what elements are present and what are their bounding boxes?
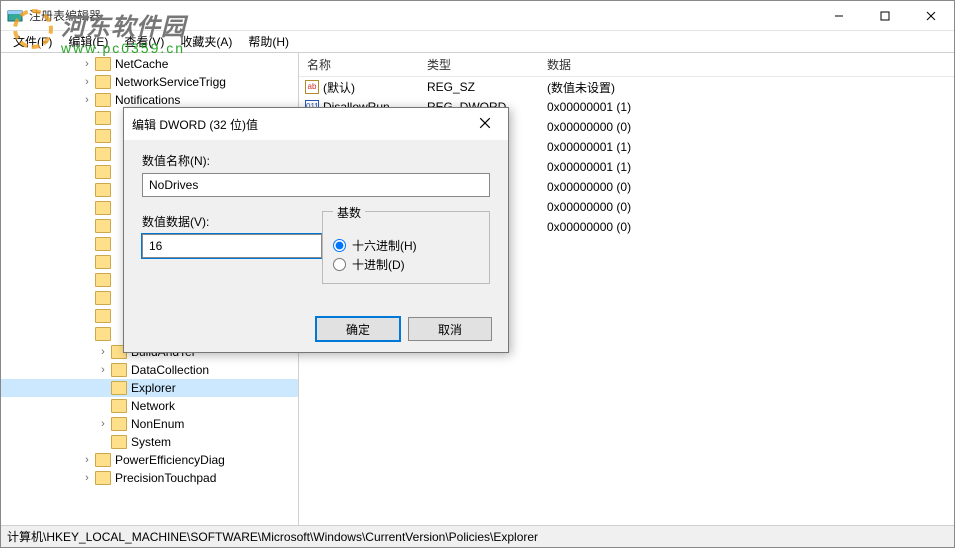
cancel-button[interactable]: 取消 bbox=[408, 317, 492, 341]
expand-icon[interactable]: › bbox=[97, 364, 109, 376]
tree-item-label: DataCollection bbox=[131, 363, 209, 377]
folder-icon bbox=[95, 57, 111, 71]
expand-icon[interactable]: › bbox=[81, 94, 93, 106]
folder-icon bbox=[95, 165, 111, 179]
tree-item[interactable]: System bbox=[1, 433, 298, 451]
folder-icon bbox=[111, 381, 127, 395]
folder-icon bbox=[95, 255, 111, 269]
row-data: 0x00000000 (0) bbox=[539, 180, 954, 194]
tree-item[interactable]: › DataCollection bbox=[1, 361, 298, 379]
folder-icon bbox=[95, 327, 111, 341]
radix-dec-option[interactable]: 十进制(D) bbox=[333, 256, 479, 273]
expand-icon[interactable]: › bbox=[81, 472, 93, 484]
folder-icon bbox=[95, 183, 111, 197]
folder-icon bbox=[95, 273, 111, 287]
folder-icon bbox=[111, 399, 127, 413]
list-header: 名称 类型 数据 bbox=[299, 53, 954, 77]
menu-help[interactable]: 帮助(H) bbox=[240, 31, 297, 52]
folder-icon bbox=[111, 435, 127, 449]
radix-hex-label: 十六进制(H) bbox=[352, 237, 417, 254]
string-value-icon: ab bbox=[305, 80, 319, 94]
value-data-field[interactable] bbox=[142, 234, 322, 258]
close-button[interactable] bbox=[908, 1, 954, 30]
menubar: 文件(F) 编辑(E) 查看(V) 收藏夹(A) 帮助(H) bbox=[1, 31, 954, 53]
menu-view[interactable]: 查看(V) bbox=[116, 31, 172, 52]
value-data-label: 数值数据(V): bbox=[142, 213, 322, 230]
base-group-label: 基数 bbox=[333, 204, 365, 221]
value-name-label: 数值名称(N): bbox=[142, 152, 490, 169]
row-data: 0x00000001 (1) bbox=[539, 160, 954, 174]
tree-item[interactable]: › NetCache bbox=[1, 55, 298, 73]
maximize-button[interactable] bbox=[862, 1, 908, 30]
titlebar: 注册表编辑器 bbox=[1, 1, 954, 31]
folder-icon bbox=[95, 471, 111, 485]
folder-icon bbox=[95, 129, 111, 143]
tree-item[interactable]: Network bbox=[1, 397, 298, 415]
folder-icon bbox=[95, 111, 111, 125]
menu-favorites[interactable]: 收藏夹(A) bbox=[172, 31, 240, 52]
radix-dec-label: 十进制(D) bbox=[352, 256, 405, 273]
minimize-button[interactable] bbox=[816, 1, 862, 30]
expand-icon[interactable]: › bbox=[97, 346, 109, 358]
tree-item-label: PrecisionTouchpad bbox=[115, 471, 216, 485]
folder-icon bbox=[95, 93, 111, 107]
radix-hex-radio[interactable] bbox=[333, 239, 346, 252]
list-row[interactable]: ab (默认) REG_SZ(数值未设置) bbox=[299, 77, 954, 97]
tree-item-label: PowerEfficiencyDiag bbox=[115, 453, 225, 467]
folder-icon bbox=[95, 309, 111, 323]
tree-item-label: Network bbox=[131, 399, 175, 413]
expand-icon[interactable]: › bbox=[81, 58, 93, 70]
tree-item-label: NetworkServiceTrigg bbox=[115, 75, 226, 89]
base-group: 基数 十六进制(H) 十进制(D) bbox=[322, 211, 490, 284]
value-name-field[interactable] bbox=[142, 173, 490, 197]
status-path: 计算机\HKEY_LOCAL_MACHINE\SOFTWARE\Microsof… bbox=[7, 528, 538, 545]
col-header-data[interactable]: 数据 bbox=[539, 56, 954, 73]
tree-item-label: System bbox=[131, 435, 171, 449]
dialog-close-button[interactable] bbox=[470, 116, 500, 132]
menu-edit[interactable]: 编辑(E) bbox=[60, 31, 116, 52]
dialog-titlebar[interactable]: 编辑 DWORD (32 位)值 bbox=[124, 108, 508, 140]
menu-file[interactable]: 文件(F) bbox=[5, 31, 60, 52]
folder-icon bbox=[95, 291, 111, 305]
row-name: (默认) bbox=[323, 79, 355, 96]
tree-item-label: NetCache bbox=[115, 57, 168, 71]
row-data: 0x00000001 (1) bbox=[539, 100, 954, 114]
tree-item-label: Explorer bbox=[131, 381, 176, 395]
row-data: 0x00000000 (0) bbox=[539, 120, 954, 134]
expand-icon[interactable]: › bbox=[81, 454, 93, 466]
expand-icon[interactable]: › bbox=[81, 76, 93, 88]
radix-hex-option[interactable]: 十六进制(H) bbox=[333, 237, 479, 254]
edit-dword-dialog: 编辑 DWORD (32 位)值 数值名称(N): 数值数据(V): 基数 bbox=[123, 107, 509, 353]
statusbar: 计算机\HKEY_LOCAL_MACHINE\SOFTWARE\Microsof… bbox=[1, 525, 954, 547]
row-data: 0x00000000 (0) bbox=[539, 220, 954, 234]
row-data: 0x00000000 (0) bbox=[539, 200, 954, 214]
dialog-title: 编辑 DWORD (32 位)值 bbox=[132, 116, 470, 133]
folder-icon bbox=[111, 363, 127, 377]
tree-item[interactable]: › NetworkServiceTrigg bbox=[1, 73, 298, 91]
expand-icon[interactable]: › bbox=[97, 418, 109, 430]
ok-button[interactable]: 确定 bbox=[316, 317, 400, 341]
tree-item[interactable]: › NonEnum bbox=[1, 415, 298, 433]
radix-dec-radio[interactable] bbox=[333, 258, 346, 271]
folder-icon bbox=[95, 237, 111, 251]
row-data: (数值未设置) bbox=[539, 79, 954, 96]
tree-item-label: Notifications bbox=[115, 93, 180, 107]
tree-item[interactable]: › PowerEfficiencyDiag bbox=[1, 451, 298, 469]
folder-icon bbox=[111, 417, 127, 431]
tree-item-label: NonEnum bbox=[131, 417, 184, 431]
folder-icon bbox=[95, 453, 111, 467]
window-title: 注册表编辑器 bbox=[29, 7, 816, 24]
app-icon bbox=[7, 8, 23, 24]
tree-item[interactable]: › PrecisionTouchpad bbox=[1, 469, 298, 487]
col-header-type[interactable]: 类型 bbox=[419, 56, 539, 73]
folder-icon bbox=[95, 147, 111, 161]
folder-icon bbox=[95, 75, 111, 89]
folder-icon bbox=[95, 219, 111, 233]
registry-editor-window: 河东软件园 www.pc0359.cn 注册表编辑器 文件(F) 编辑(E) 查… bbox=[0, 0, 955, 548]
folder-icon bbox=[95, 201, 111, 215]
row-type: REG_SZ bbox=[419, 80, 539, 94]
row-data: 0x00000001 (1) bbox=[539, 140, 954, 154]
col-header-name[interactable]: 名称 bbox=[299, 56, 419, 73]
tree-item[interactable]: Explorer bbox=[1, 379, 298, 397]
